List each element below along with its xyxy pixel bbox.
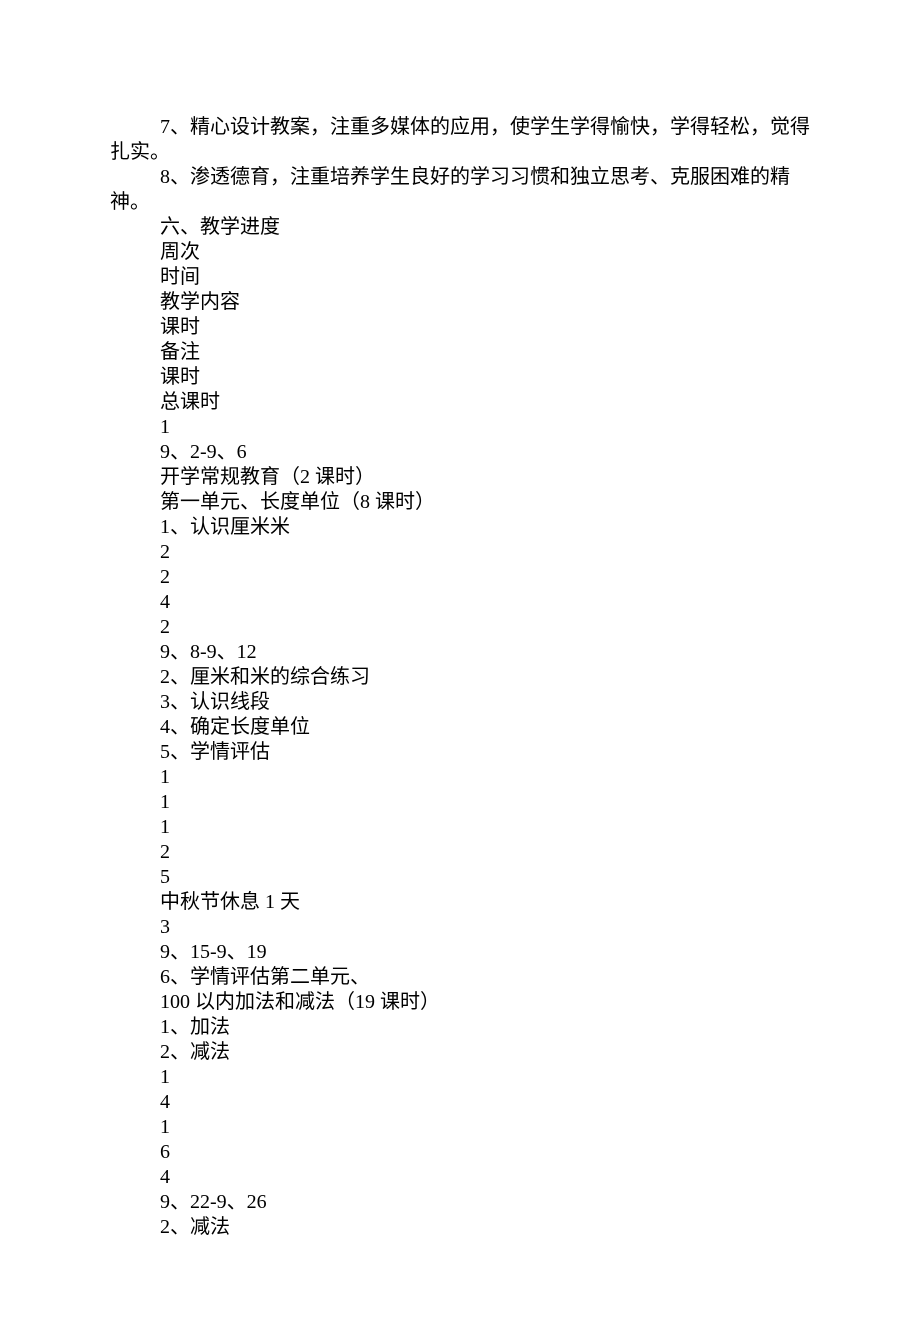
text-line: 2、厘米和米的综合练习 <box>110 665 810 690</box>
text-line: 5 <box>110 865 810 890</box>
text-line: 2 <box>110 540 810 565</box>
text-line: 2 <box>110 615 810 640</box>
text-line: 1 <box>110 815 810 840</box>
text-line: 5、学情评估 <box>110 740 810 765</box>
text-line: 1 <box>110 1065 810 1090</box>
text-line: 4 <box>110 1165 810 1190</box>
text-line: 9、8-9、12 <box>110 640 810 665</box>
text-line: 9、15-9、19 <box>110 940 810 965</box>
text-line: 9、2-9、6 <box>110 440 810 465</box>
text-line: 1 <box>110 790 810 815</box>
paragraph-8: 8、渗透德育，注重培养学生良好的学习习惯和独立思考、克服困难的精神。 <box>110 165 810 215</box>
table-header-lesson-hours-sub: 课时 <box>110 365 810 390</box>
text-line: 6 <box>110 1140 810 1165</box>
text-line: 1、认识厘米米 <box>110 515 810 540</box>
text-line: 1 <box>110 1115 810 1140</box>
paragraph-7: 7、精心设计教案，注重多媒体的应用，使学生学得愉快，学得轻松，觉得扎实。 <box>110 115 810 165</box>
table-header-week: 周次 <box>110 240 810 265</box>
text-line: 1、加法 <box>110 1015 810 1040</box>
text-line: 开学常规教育（2 课时） <box>110 465 810 490</box>
table-header-lesson-hours: 课时 <box>110 315 810 340</box>
table-header-content: 教学内容 <box>110 290 810 315</box>
text-line: 4、确定长度单位 <box>110 715 810 740</box>
text-line: 9、22-9、26 <box>110 1190 810 1215</box>
text-line: 1 <box>110 415 810 440</box>
table-header-remarks: 备注 <box>110 340 810 365</box>
table-header-time: 时间 <box>110 265 810 290</box>
text-line: 4 <box>110 1090 810 1115</box>
text-line: 第一单元、长度单位（8 课时） <box>110 490 810 515</box>
text-line: 3、认识线段 <box>110 690 810 715</box>
document-page: 7、精心设计教案，注重多媒体的应用，使学生学得愉快，学得轻松，觉得扎实。 8、渗… <box>0 0 920 1340</box>
text-line: 3 <box>110 915 810 940</box>
text-line: 6、学情评估第二单元、 <box>110 965 810 990</box>
text-line: 2 <box>110 565 810 590</box>
section-heading-6: 六、教学进度 <box>110 215 810 240</box>
text-line: 2、减法 <box>110 1215 810 1240</box>
table-header-total-hours: 总课时 <box>110 390 810 415</box>
text-line: 2、减法 <box>110 1040 810 1065</box>
text-line: 100 以内加法和减法（19 课时） <box>110 990 810 1015</box>
text-line: 4 <box>110 590 810 615</box>
text-line: 1 <box>110 765 810 790</box>
text-line: 2 <box>110 840 810 865</box>
text-line: 中秋节休息 1 天 <box>110 890 810 915</box>
